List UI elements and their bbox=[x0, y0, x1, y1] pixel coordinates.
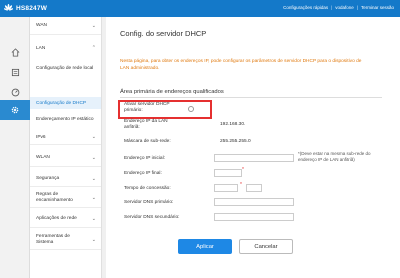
nav-group-ipv6[interactable]: IPv6 ⌄ bbox=[30, 130, 101, 145]
section-title: Área primária de endereços qualificados bbox=[120, 89, 224, 95]
chevron-down-icon: ⌄ bbox=[91, 236, 96, 243]
nav-item-static-ip[interactable]: Endereçamento IP estático bbox=[30, 114, 101, 124]
chevron-down-icon: ⌄ bbox=[91, 154, 96, 161]
nav-group-label: LAN bbox=[36, 45, 46, 51]
header-links: Configurações rápidas | vodafone | Termi… bbox=[283, 5, 394, 10]
nav-group-label-line: Regras de bbox=[36, 191, 59, 197]
end-ip-input[interactable] bbox=[214, 169, 242, 177]
apply-button[interactable]: Aplicar bbox=[178, 239, 232, 254]
nav-group-security[interactable]: Segurança ⌄ bbox=[30, 171, 101, 187]
top-header: HS8247W Configurações rápidas | vodafone… bbox=[0, 0, 400, 17]
lease-unit-select[interactable] bbox=[246, 184, 262, 192]
nav-item-dhcp-config[interactable]: Configuração de DHCP bbox=[30, 97, 101, 109]
huawei-logo-icon bbox=[4, 4, 13, 11]
nav-group-label: Aplicações de rede bbox=[36, 216, 77, 221]
chevron-up-icon: ⌃ bbox=[91, 45, 96, 51]
nav-item-lan-config[interactable]: Configuração de rede local bbox=[30, 63, 101, 73]
operator-link[interactable]: vodafone bbox=[335, 5, 354, 10]
lease-time-input[interactable] bbox=[214, 184, 238, 192]
settings-navigation: WAN ⌄ LAN ⌃ Configuração de rede local C… bbox=[30, 17, 102, 278]
required-marker: * bbox=[242, 167, 244, 173]
dns-primary-label: Servidor DNS primário: bbox=[124, 200, 174, 205]
dns-primary-input[interactable] bbox=[214, 198, 294, 206]
nav-group-label: IPv6 bbox=[36, 134, 46, 140]
nav-group-label: WAN bbox=[36, 23, 48, 28]
label-line: anfitriã: bbox=[124, 125, 140, 130]
start-ip-note: *(Deve estar na mesma sub-rede do endere… bbox=[298, 151, 371, 162]
nav-group-wlan[interactable]: WLAN ⌄ bbox=[30, 149, 101, 167]
status-button[interactable] bbox=[0, 62, 30, 82]
nav-group-label: Ferramentas de Sistema bbox=[36, 234, 70, 246]
advanced-settings-button[interactable] bbox=[0, 100, 30, 120]
nav-group-routing[interactable]: Regras de encaminhamento ⌄ bbox=[30, 188, 101, 208]
brand: HS8247W bbox=[4, 3, 47, 14]
divider bbox=[120, 97, 382, 98]
lan-ip-label: Endereço IP da LAN anfitriã: bbox=[124, 119, 168, 131]
divider: | bbox=[356, 5, 358, 10]
dns-secondary-label: Servidor DNS secundário: bbox=[124, 215, 180, 220]
chevron-down-icon: ⌄ bbox=[91, 134, 96, 140]
dns-secondary-input[interactable] bbox=[214, 213, 294, 221]
page-title: Config. do servidor DHCP bbox=[120, 29, 207, 38]
required-marker: * bbox=[240, 182, 242, 188]
logout-link[interactable]: Terminar sessão bbox=[361, 5, 394, 10]
label-line: primário: bbox=[124, 108, 143, 113]
nav-group-label-line: Sistema bbox=[36, 239, 54, 245]
chevron-down-icon: ⌄ bbox=[91, 194, 96, 201]
nav-group-wan[interactable]: WAN ⌄ bbox=[30, 17, 101, 35]
chevron-down-icon: ⌄ bbox=[91, 175, 96, 182]
lease-time-label: Tempo de concessão: bbox=[124, 186, 171, 191]
nav-group-label-line: Ferramentas de bbox=[36, 233, 70, 239]
enable-dhcp-toggle[interactable] bbox=[188, 106, 194, 112]
nav-item-label: Configuração de DHCP bbox=[36, 100, 87, 106]
label-line: Endereço IP da LAN bbox=[124, 119, 168, 124]
enable-dhcp-label: Ativar servidor DHCP primário: bbox=[124, 102, 170, 114]
home-icon bbox=[11, 47, 19, 57]
nav-group-system-tools[interactable]: Ferramentas de Sistema ⌄ bbox=[30, 230, 101, 250]
gauge-icon bbox=[11, 88, 19, 96]
main-content: Config. do servidor DHCP Nesta página, p… bbox=[106, 17, 400, 278]
icon-sidebar bbox=[0, 17, 30, 278]
nav-group-label: Regras de encaminhamento bbox=[36, 192, 73, 204]
cancel-button[interactable]: Cancelar bbox=[239, 239, 293, 254]
nav-item-label: Endereçamento IP estático bbox=[36, 116, 94, 122]
page-icon bbox=[11, 68, 19, 76]
diagnostics-button[interactable] bbox=[0, 82, 30, 102]
subnet-mask-value: 255.255.255.0 bbox=[220, 139, 251, 144]
device-model: HS8247W bbox=[16, 5, 48, 12]
chevron-down-icon: ⌄ bbox=[91, 22, 96, 29]
nav-group-network-apps[interactable]: Aplicações de rede ⌄ bbox=[30, 210, 101, 228]
home-button[interactable] bbox=[0, 42, 30, 62]
nav-group-label: Segurança bbox=[36, 176, 60, 181]
intro-text: Nesta página, para obter os endereços IP… bbox=[120, 59, 362, 71]
nav-group-label-line: encaminhamento bbox=[36, 197, 73, 203]
end-ip-label: Endereço IP final: bbox=[124, 171, 162, 176]
subnet-mask-label: Máscara de sub-rede: bbox=[124, 139, 171, 144]
nav-group-lan[interactable]: LAN ⌃ bbox=[30, 41, 101, 55]
quick-config-link[interactable]: Configurações rápidas bbox=[283, 5, 328, 10]
divider: | bbox=[331, 5, 333, 10]
nav-item-label: Configuração de rede local bbox=[36, 65, 94, 71]
start-ip-label: Endereço IP inicial: bbox=[124, 156, 165, 161]
gear-icon bbox=[11, 106, 19, 114]
nav-group-label: WLAN bbox=[36, 155, 50, 160]
start-ip-input[interactable] bbox=[214, 154, 294, 162]
chevron-down-icon: ⌄ bbox=[91, 215, 96, 222]
label-line: Ativar servidor DHCP bbox=[124, 102, 170, 107]
lan-ip-value: 192.168.30. bbox=[220, 122, 246, 127]
